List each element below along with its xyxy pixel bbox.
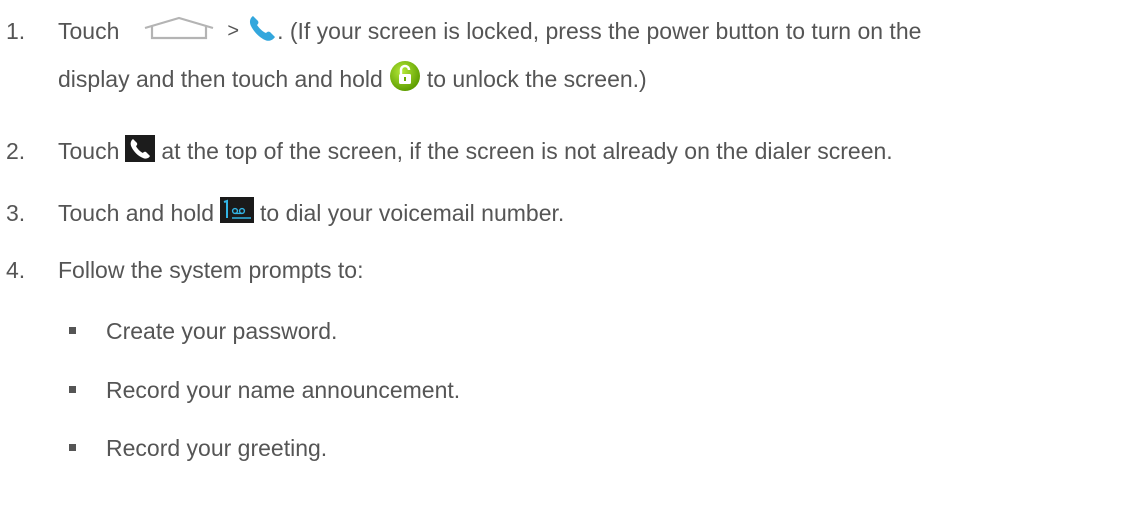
phone-icon <box>247 13 277 49</box>
step-number: 4. <box>6 256 26 283</box>
step-text-part: to unlock the screen.) <box>426 65 647 92</box>
step-text-part: to dial your voicemail number. <box>260 199 565 226</box>
bullet <box>69 327 76 334</box>
home-icon <box>141 15 217 47</box>
step-text-part: . (If your screen is locked, press the p… <box>277 17 922 44</box>
step-number: 2. <box>6 137 26 164</box>
step-text-part: Touch and hold <box>58 199 215 226</box>
bullet <box>69 444 76 451</box>
bullet <box>69 386 76 393</box>
step-text: Follow the system prompts to: <box>58 256 364 283</box>
step-text-part: at the top of the screen, if the screen … <box>161 137 893 164</box>
step-number: 3. <box>6 199 26 226</box>
step-text: Touch > . (If your screen is locked, pre… <box>58 13 921 49</box>
step-text: Touch and hold to dial your voicemail nu… <box>58 197 564 229</box>
step-text: display and then touch and hold to unloc… <box>58 60 647 98</box>
step-text-part: display and then touch and hold <box>58 65 383 92</box>
step-text-part: Touch <box>58 137 120 164</box>
step-number: 1. <box>6 17 26 44</box>
sub-item-text: Record your name announcement. <box>106 376 461 403</box>
phone-tab-icon <box>125 134 156 168</box>
voicemail-key-icon <box>220 197 255 229</box>
sub-item-text: Record your greeting. <box>106 434 328 461</box>
step-text-part: Touch <box>58 17 120 44</box>
unlock-icon <box>389 60 421 98</box>
sub-item-text: Create your password. <box>106 317 338 344</box>
breadcrumb-separator: > <box>227 19 240 42</box>
step-text: Touch at the top of the screen, if the s… <box>58 134 893 168</box>
